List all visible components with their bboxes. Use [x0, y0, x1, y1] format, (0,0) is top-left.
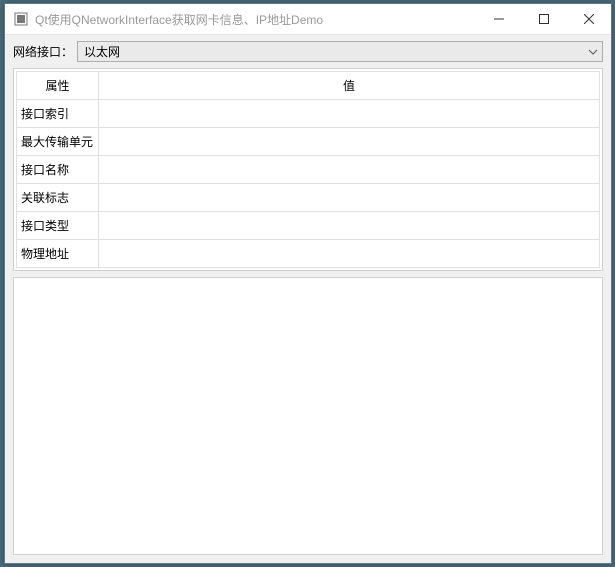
table-row: 接口名称	[17, 156, 600, 184]
table-row: 关联标志	[17, 184, 600, 212]
table-row: 接口索引	[17, 100, 600, 128]
table-row: 最大传输单元	[17, 128, 600, 156]
maximize-button[interactable]	[521, 4, 566, 34]
row-value[interactable]	[99, 156, 600, 184]
table-row: 物理地址	[17, 240, 600, 268]
row-header: 关联标志	[17, 184, 99, 212]
col-header-attr: 属性	[17, 72, 99, 100]
interface-select-value: 以太网	[84, 43, 120, 60]
minimize-button[interactable]	[476, 4, 521, 34]
row-header: 物理地址	[17, 240, 99, 268]
app-icon	[13, 11, 29, 27]
titlebar: Qt使用QNetworkInterface获取网卡信息、IP地址Demo	[5, 4, 611, 35]
interface-row: 网络接口： 以太网	[13, 41, 603, 62]
interface-label: 网络接口：	[13, 43, 73, 60]
row-value[interactable]	[99, 128, 600, 156]
window-title: Qt使用QNetworkInterface获取网卡信息、IP地址Demo	[35, 11, 476, 28]
client-area: 网络接口： 以太网 属性 值 接口索引	[5, 35, 611, 563]
log-panel[interactable]	[13, 277, 603, 555]
interface-select[interactable]: 以太网	[77, 41, 603, 62]
properties-panel: 属性 值 接口索引 最大传输单元 接口名称	[13, 68, 603, 271]
row-header: 接口类型	[17, 212, 99, 240]
chevron-down-icon	[588, 49, 598, 55]
row-header: 最大传输单元	[17, 128, 99, 156]
row-value[interactable]	[99, 184, 600, 212]
table-header-row: 属性 值	[17, 72, 600, 100]
row-value[interactable]	[99, 100, 600, 128]
col-header-value: 值	[99, 72, 600, 100]
close-button[interactable]	[566, 4, 611, 34]
table-row: 接口类型	[17, 212, 600, 240]
row-value[interactable]	[99, 212, 600, 240]
row-header: 接口名称	[17, 156, 99, 184]
row-value[interactable]	[99, 240, 600, 268]
properties-table: 属性 值 接口索引 最大传输单元 接口名称	[16, 71, 600, 268]
row-header: 接口索引	[17, 100, 99, 128]
window-controls	[476, 4, 611, 34]
app-window: Qt使用QNetworkInterface获取网卡信息、IP地址Demo 网络接…	[4, 3, 612, 564]
